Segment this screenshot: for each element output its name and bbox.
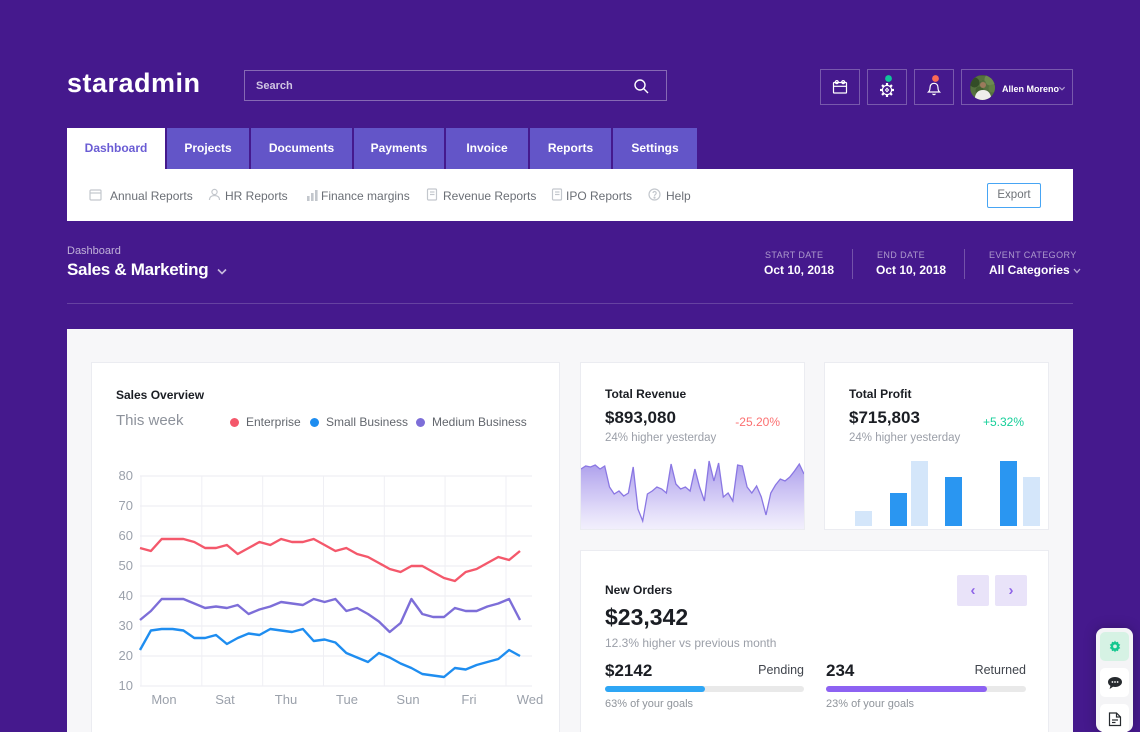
svg-text:20: 20 (119, 648, 133, 663)
svg-text:Sat: Sat (215, 692, 235, 707)
svg-text:Sun: Sun (396, 692, 419, 707)
svg-text:80: 80 (119, 468, 133, 483)
svg-text:Fri: Fri (461, 692, 476, 707)
svg-text:70: 70 (119, 498, 133, 513)
svg-text:Wed: Wed (517, 692, 544, 707)
svg-text:10: 10 (119, 678, 133, 693)
svg-text:Mon: Mon (151, 692, 176, 707)
svg-text:Tue: Tue (336, 692, 358, 707)
svg-text:40: 40 (119, 588, 133, 603)
svg-text:30: 30 (119, 618, 133, 633)
svg-text:50: 50 (119, 558, 133, 573)
svg-text:Thu: Thu (275, 692, 297, 707)
svg-text:60: 60 (119, 528, 133, 543)
